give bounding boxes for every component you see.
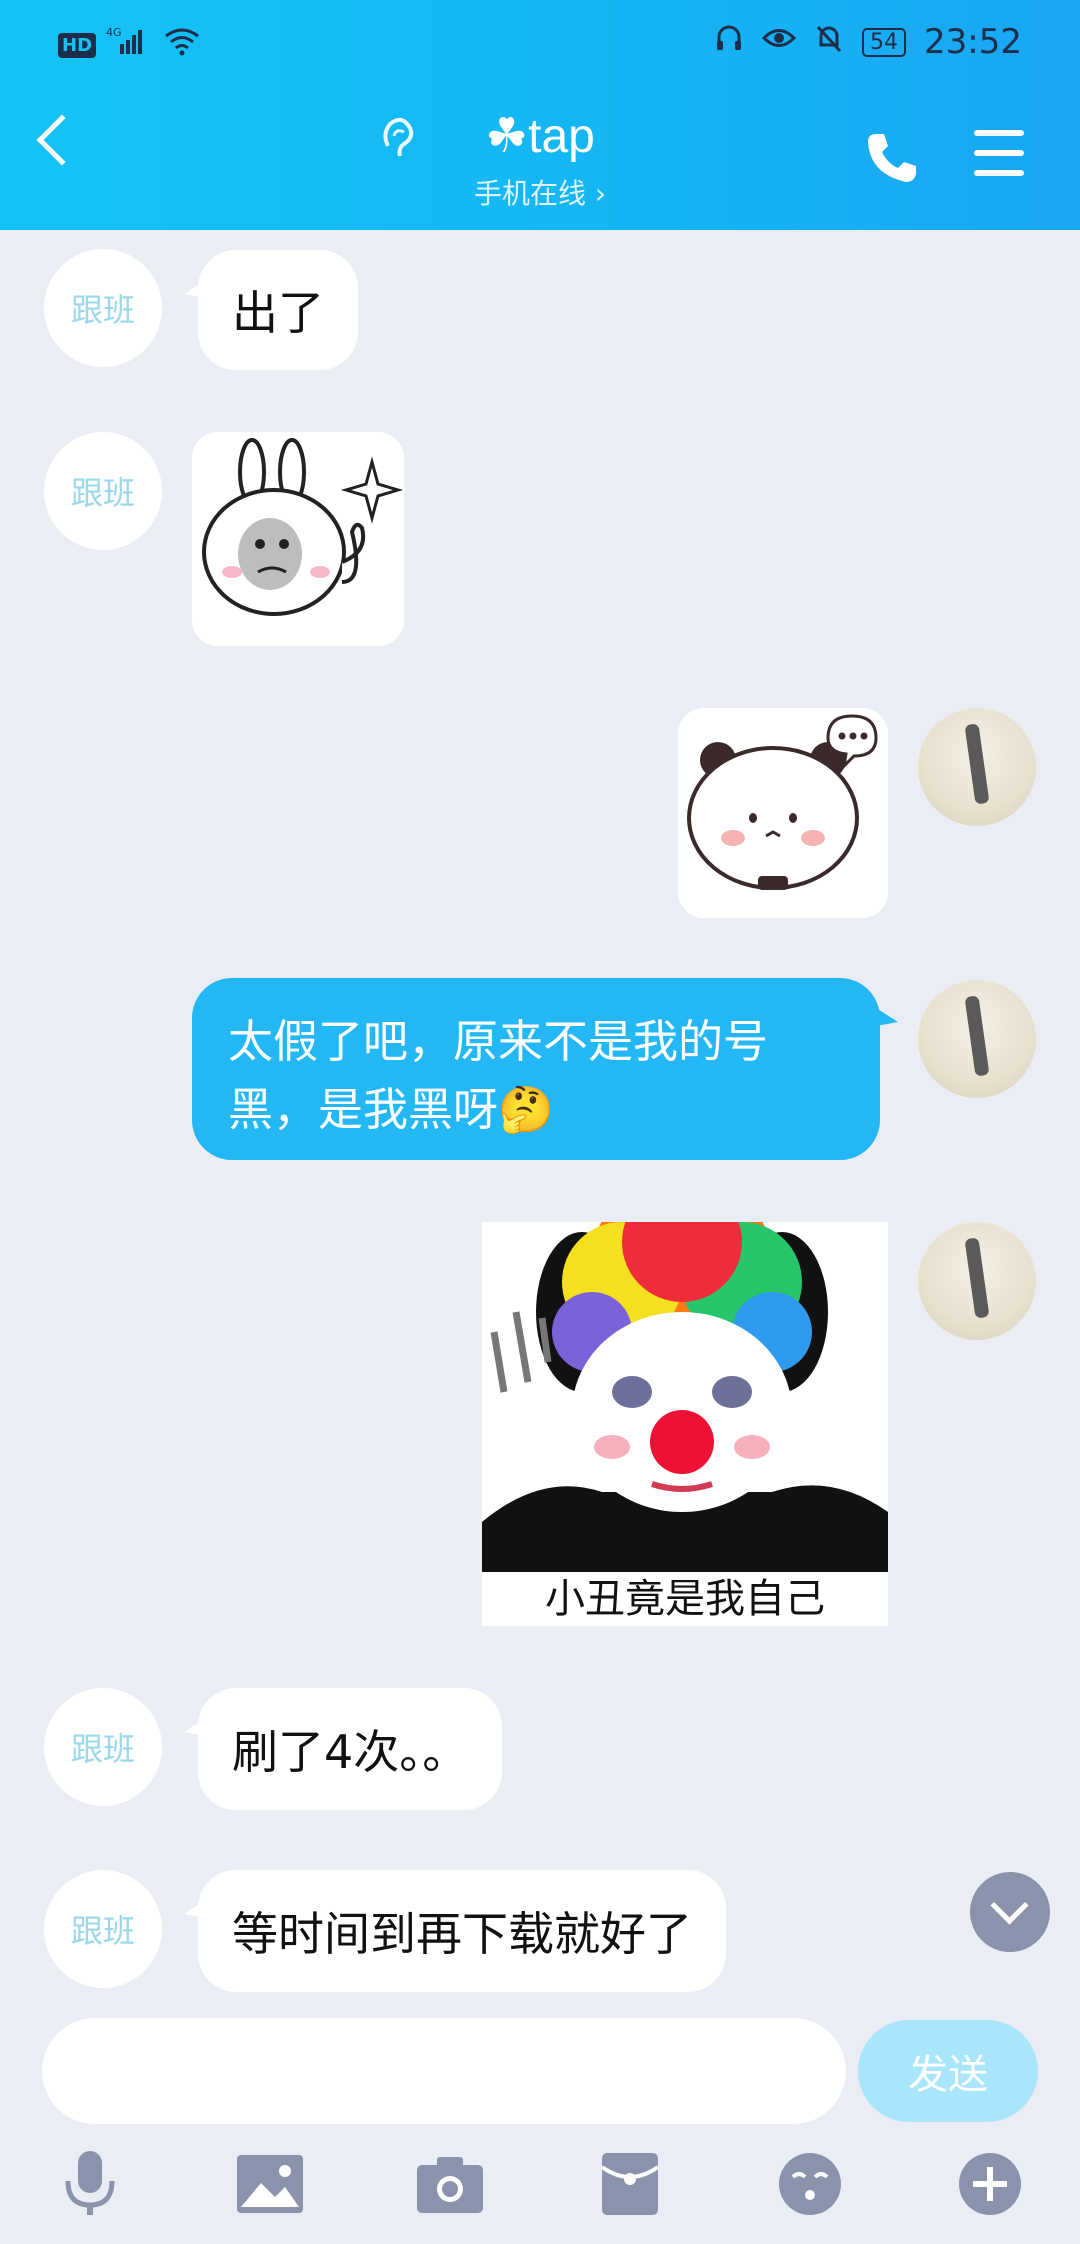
red-packet-icon[interactable]: [594, 2148, 666, 2220]
signal-icon: 4G: [106, 26, 152, 64]
camera-icon[interactable]: [414, 2148, 486, 2220]
my-avatar[interactable]: [918, 980, 1036, 1098]
message-text: 刷了4次。。: [232, 1725, 469, 1779]
message-text: 出了: [232, 286, 324, 340]
contact-avatar[interactable]: 跟班: [44, 432, 162, 550]
my-avatar[interactable]: [918, 708, 1036, 826]
menu-button[interactable]: [974, 130, 1024, 190]
status-bar: HD 4G 54 23:52: [0, 18, 1080, 68]
contact-avatar[interactable]: 跟班: [44, 249, 162, 367]
message-input[interactable]: [42, 2018, 846, 2124]
contact-name: ☘tap: [485, 110, 595, 163]
battery-indicator: 54: [862, 27, 907, 57]
message-bubble-incoming[interactable]: 出了: [184, 250, 358, 370]
sticker-caption: 小丑竟是我自己: [482, 1572, 888, 1626]
chat-header: HD 4G 54 23:52 ☘tap 手机在线 ›: [0, 0, 1080, 230]
plus-icon[interactable]: [954, 2148, 1026, 2220]
message-bubble-incoming[interactable]: 等时间到再下载就好了: [184, 1870, 726, 1992]
headphones-icon: [714, 23, 744, 61]
mic-icon[interactable]: [54, 2148, 126, 2220]
contact-avatar[interactable]: 跟班: [44, 1688, 162, 1806]
input-toolbar: [0, 2148, 1080, 2228]
sticker-bunny[interactable]: [192, 432, 404, 646]
wifi-icon: [162, 26, 202, 64]
message-bubble-incoming[interactable]: 刷了4次。。: [183, 1688, 503, 1810]
image-icon[interactable]: [234, 2148, 306, 2220]
sticker-panda-thinking[interactable]: [678, 708, 888, 918]
eye-icon: [761, 23, 797, 61]
svg-text:4G: 4G: [106, 26, 122, 39]
bell-muted-icon: [814, 23, 844, 61]
clock: 23:52: [924, 22, 1022, 62]
emoji-icon[interactable]: [774, 2148, 846, 2220]
message-text: 太假了吧，原来不是我的号黑，是我黑呀🤔: [228, 1015, 769, 1136]
message-bubble-outgoing[interactable]: 太假了吧，原来不是我的号黑，是我黑呀🤔: [192, 978, 898, 1160]
sticker-clown[interactable]: 小丑竟是我自己: [482, 1222, 888, 1626]
message-text: 等时间到再下载就好了: [232, 1907, 692, 1961]
send-button[interactable]: 发送: [858, 2020, 1038, 2122]
my-avatar[interactable]: [918, 1222, 1036, 1340]
input-bar: 发送: [0, 2000, 1080, 2244]
hd-badge: HD: [58, 32, 97, 58]
contact-avatar[interactable]: 跟班: [44, 1870, 162, 1988]
scroll-to-bottom-button[interactable]: [970, 1872, 1050, 1952]
call-button[interactable]: [862, 128, 922, 188]
